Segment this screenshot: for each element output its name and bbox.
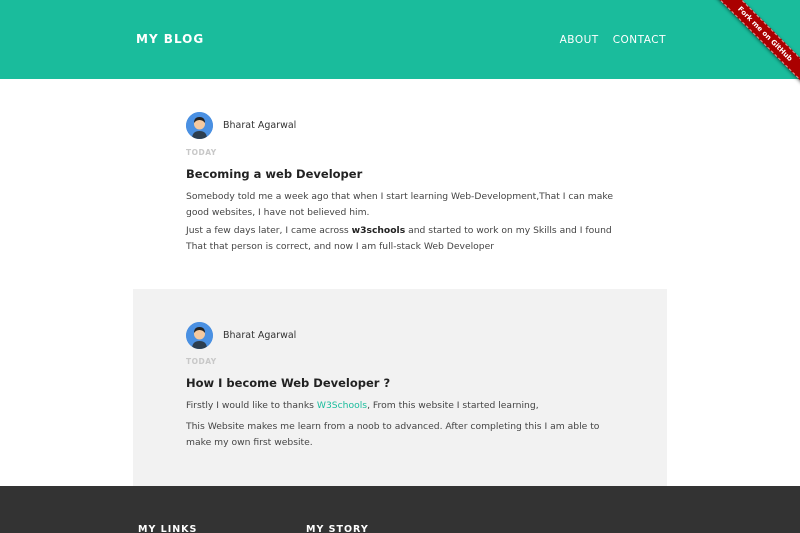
- nav-about-link[interactable]: ABOUT: [560, 34, 599, 46]
- post-date: TODAY: [186, 148, 217, 157]
- avatar: [186, 112, 213, 139]
- site-header: MY BLOG ABOUT CONTACT: [0, 0, 800, 79]
- blog-post: Bharat Agarwal TODAY Becoming a web Deve…: [133, 79, 667, 289]
- post-date: TODAY: [186, 357, 217, 366]
- nav-contact-link[interactable]: CONTACT: [613, 34, 666, 46]
- blog-post: Bharat Agarwal TODAY How I become Web De…: [133, 289, 667, 486]
- footer-heading-links: MY LINKS: [138, 524, 198, 533]
- post-author: Bharat Agarwal: [186, 322, 296, 349]
- github-ribbon-label[interactable]: Fork me on GitHub: [710, 0, 800, 90]
- main-nav: ABOUT CONTACT: [560, 34, 666, 46]
- post-paragraph: This Website makes me learn from a noob …: [186, 421, 600, 448]
- site-footer: MY LINKS MY STORY: [0, 486, 800, 533]
- post-paragraph: Just a few days later, I came across w3s…: [186, 225, 612, 252]
- w3schools-bold: w3schools: [351, 225, 406, 236]
- github-ribbon[interactable]: Fork me on GitHub: [710, 0, 800, 90]
- post-paragraph: Firstly I would like to thanks W3Schools…: [186, 400, 539, 411]
- post-title: Becoming a web Developer: [186, 167, 363, 181]
- post-title: How I become Web Developer ?: [186, 376, 391, 390]
- footer-heading-story: MY STORY: [306, 524, 369, 533]
- w3schools-link[interactable]: W3Schools: [317, 400, 367, 411]
- author-name: Bharat Agarwal: [223, 120, 297, 131]
- post-paragraph: Somebody told me a week ago that when I …: [186, 191, 614, 218]
- post-author: Bharat Agarwal: [186, 112, 296, 139]
- avatar: [186, 322, 213, 349]
- site-brand[interactable]: MY BLOG: [136, 32, 204, 46]
- author-name: Bharat Agarwal: [223, 330, 297, 341]
